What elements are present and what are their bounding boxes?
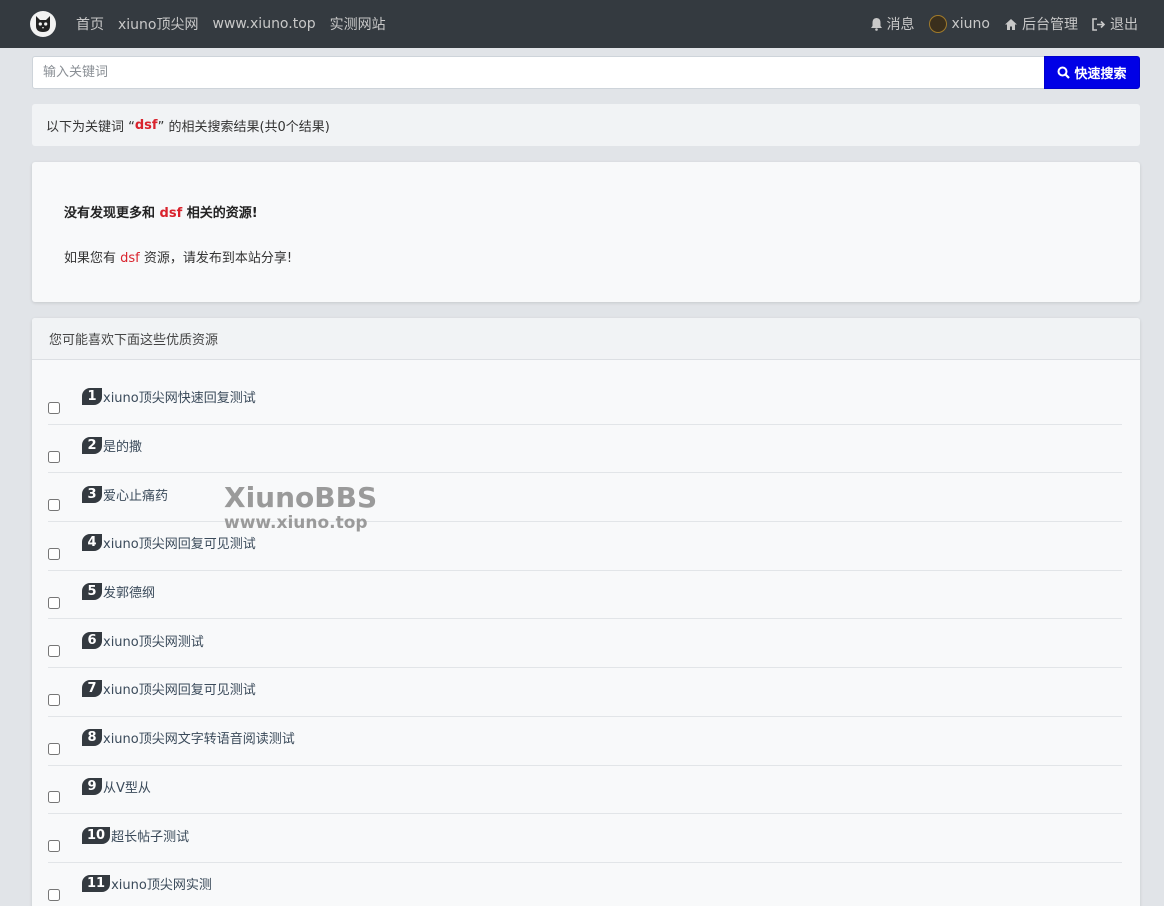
item-number-badge: 4 xyxy=(82,534,102,552)
result-suffix: ” 的相关搜索结果(共0个结果) xyxy=(157,119,330,135)
list-item: 5 发郭德纲 xyxy=(48,571,1122,620)
owl-logo-icon xyxy=(36,16,50,32)
search-button-label: 快速搜索 xyxy=(1074,67,1127,82)
list-item: 8 xiuno顶尖网文字转语音阅读测试 xyxy=(48,717,1122,766)
list-item: 3 爱心止痛药 xyxy=(48,473,1122,523)
nav-messages[interactable]: 消息 xyxy=(870,14,915,34)
share-invite-suffix: 资源，请发布到本站分享! xyxy=(139,251,293,266)
search-result-summary: 以下为关键词 “dsf” 的相关搜索结果(共0个结果) xyxy=(32,104,1140,146)
nav-logout[interactable]: 退出 xyxy=(1092,14,1138,34)
item-entry: 3 爱心止痛药 xyxy=(82,485,168,504)
item-title-link[interactable]: 发郭德纲 xyxy=(103,582,155,601)
item-entry: 8 xiuno顶尖网文字转语音阅读测试 xyxy=(82,728,295,747)
no-results-card: 没有发现更多和 dsf 相关的资源! 如果您有 dsf 资源，请发布到本站分享! xyxy=(32,162,1140,302)
item-title-link[interactable]: 是的撒 xyxy=(103,436,142,455)
user-avatar xyxy=(928,15,947,33)
item-title-link[interactable]: xiuno顶尖网回复可见测试 xyxy=(103,679,256,698)
item-checkbox[interactable] xyxy=(48,596,60,609)
nav-link-site-url[interactable]: www.xiuno.top xyxy=(213,16,316,32)
list-item: 9 从V型从 xyxy=(48,766,1122,815)
list-item: 7 xiuno顶尖网回复可见测试 xyxy=(48,668,1122,717)
result-prefix: 以下为关键词 “ xyxy=(46,119,135,135)
item-number-badge: 5 xyxy=(82,583,102,601)
bell-icon xyxy=(870,17,883,31)
site-logo[interactable] xyxy=(30,11,56,37)
item-checkbox[interactable] xyxy=(48,499,60,512)
item-number-badge: 6 xyxy=(82,631,102,649)
list-item: 10 超长帖子测试 xyxy=(48,814,1122,863)
recommended-resources-card: 您可能喜欢下面这些优质资源 1 xiuno顶尖网快速回复测试 2 是的撒 3 爱心止痛药 4… xyxy=(32,318,1140,906)
no-results-prefix: 没有发现更多和 xyxy=(64,206,160,221)
item-number-badge: 7 xyxy=(82,680,102,698)
item-title-link[interactable]: xiuno顶尖网实测 xyxy=(111,874,212,893)
item-checkbox[interactable] xyxy=(48,791,60,804)
item-entry: 4 xiuno顶尖网回复可见测试 xyxy=(82,533,256,552)
item-checkbox[interactable] xyxy=(48,693,60,706)
item-checkbox[interactable] xyxy=(48,840,60,853)
item-entry: 6 xiuno顶尖网测试 xyxy=(82,631,204,650)
item-number-badge: 9 xyxy=(82,777,102,795)
search-input[interactable] xyxy=(32,56,1044,89)
item-checkbox[interactable] xyxy=(48,401,60,414)
item-entry: 2 是的撒 xyxy=(82,436,142,455)
item-title-link[interactable]: xiuno顶尖网文字转语音阅读测试 xyxy=(103,728,295,747)
item-entry: 7 xiuno顶尖网回复可见测试 xyxy=(82,679,256,698)
item-entry: 10 超长帖子测试 xyxy=(82,826,189,845)
item-title-link[interactable]: 爱心止痛药 xyxy=(103,485,168,504)
no-results-message: 没有发现更多和 dsf 相关的资源! xyxy=(64,202,1108,221)
list-item: 1 xiuno顶尖网快速回复测试 xyxy=(48,376,1122,425)
item-entry: 1 xiuno顶尖网快速回复测试 xyxy=(82,387,256,406)
share-invite-prefix: 如果您有 xyxy=(64,251,121,266)
list-item: 6 xiuno顶尖网测试 xyxy=(48,619,1122,669)
item-entry: 5 发郭德纲 xyxy=(82,582,155,601)
item-title-link[interactable]: xiuno顶尖网测试 xyxy=(103,631,204,650)
list-item: 11 xiuno顶尖网实测 xyxy=(48,863,1122,906)
nav-messages-label: 消息 xyxy=(886,17,915,33)
no-results-keyword: dsf xyxy=(159,206,183,221)
nav-link-test-site[interactable]: 实测网站 xyxy=(330,14,386,34)
item-number-badge: 2 xyxy=(82,437,102,455)
nav-link-xiuno[interactable]: xiuno顶尖网 xyxy=(118,14,199,34)
item-number-badge: 8 xyxy=(82,729,102,747)
nav-user-area: 消息 xiuno 后台管理 退出 xyxy=(856,14,1138,34)
nav-user-label: xiuno xyxy=(951,16,991,32)
item-checkbox[interactable] xyxy=(48,645,60,658)
list-item: 2 是的撒 xyxy=(48,425,1122,474)
item-checkbox[interactable] xyxy=(48,547,60,560)
item-checkbox[interactable] xyxy=(48,888,60,901)
sign-out-icon xyxy=(1092,17,1106,31)
nav-admin-label: 后台管理 xyxy=(1022,17,1078,33)
recommended-list: 1 xiuno顶尖网快速回复测试 2 是的撒 3 爱心止痛药 4 xiuno顶尖网回复可见测试… xyxy=(32,360,1140,906)
item-entry: 9 从V型从 xyxy=(82,777,151,796)
nav-link-home[interactable]: 首页 xyxy=(76,14,104,34)
item-checkbox[interactable] xyxy=(48,742,60,755)
item-title-link[interactable]: xiuno顶尖网快速回复测试 xyxy=(103,387,256,406)
search-button[interactable]: 快速搜索 xyxy=(1044,56,1140,89)
result-keyword: dsf xyxy=(134,117,158,133)
search-bar: 快速搜索 xyxy=(32,56,1140,89)
home-icon xyxy=(1004,18,1018,31)
item-number-badge: 11 xyxy=(82,875,111,893)
share-invite-message: 如果您有 dsf 资源，请发布到本站分享! xyxy=(64,247,1108,266)
item-checkbox[interactable] xyxy=(48,450,60,463)
item-title-link[interactable]: xiuno顶尖网回复可见测试 xyxy=(103,533,256,552)
item-title-link[interactable]: 超长帖子测试 xyxy=(111,826,189,845)
item-number-badge: 10 xyxy=(82,826,111,844)
item-number-badge: 1 xyxy=(82,388,102,406)
top-navbar: 首页 xiuno顶尖网 www.xiuno.top 实测网站 消息 xiuno … xyxy=(0,0,1164,48)
nav-admin[interactable]: 后台管理 xyxy=(1004,14,1078,34)
list-item: 4 xiuno顶尖网回复可见测试 xyxy=(48,522,1122,571)
nav-logout-label: 退出 xyxy=(1110,17,1138,33)
item-entry: 11 xiuno顶尖网实测 xyxy=(82,874,212,893)
item-number-badge: 3 xyxy=(82,485,102,503)
share-invite-keyword: dsf xyxy=(120,251,140,266)
search-icon xyxy=(1057,66,1071,79)
item-title-link[interactable]: 从V型从 xyxy=(103,777,151,796)
recommended-header: 您可能喜欢下面这些优质资源 xyxy=(32,318,1140,360)
no-results-suffix: 相关的资源! xyxy=(182,206,258,221)
nav-links: 首页 xiuno顶尖网 www.xiuno.top 实测网站 xyxy=(76,14,400,34)
nav-user[interactable]: xiuno xyxy=(928,15,991,33)
